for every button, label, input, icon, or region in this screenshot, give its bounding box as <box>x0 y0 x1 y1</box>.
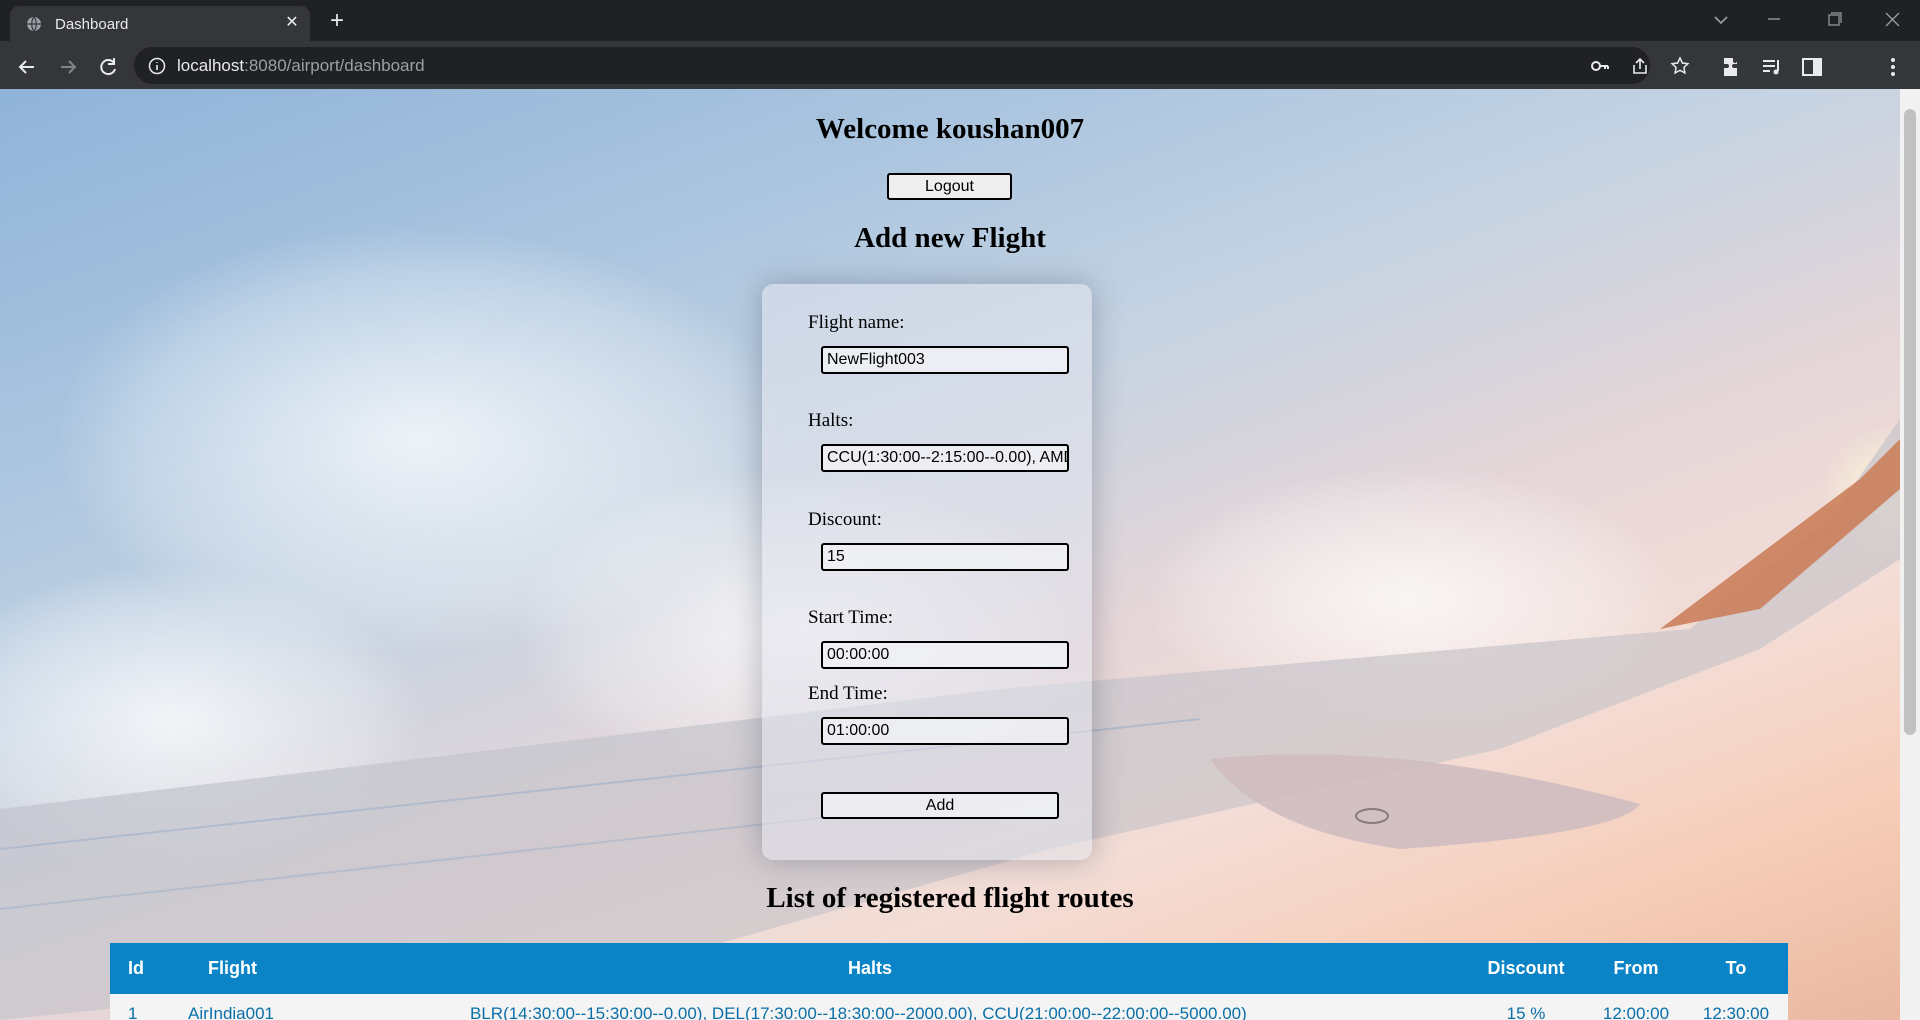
tab-search-icon[interactable] <box>1705 6 1737 34</box>
table-header-row: Id Flight Halts Discount From To <box>110 943 1788 994</box>
welcome-heading: Welcome koushan007 <box>815 113 1085 145</box>
discount-label: Discount: <box>808 509 882 530</box>
address-bar[interactable]: localhost:8080/airport/dashboard <box>134 47 1690 84</box>
info-icon[interactable] <box>148 57 166 75</box>
header-discount: Discount <box>1487 958 1565 978</box>
more-menu-icon[interactable] <box>1881 55 1905 79</box>
page-scrollbar[interactable] <box>1900 89 1920 1020</box>
row-discount: 15 % <box>1506 1004 1546 1020</box>
share-icon[interactable] <box>1630 56 1650 76</box>
halts-input[interactable]: CCU(1:30:00--2:15:00--0.00), AMD <box>821 444 1069 472</box>
page-viewport: Welcome koushan007 Logout Add new Flight… <box>0 89 1920 1020</box>
reload-icon[interactable] <box>94 53 122 81</box>
extensions-icon[interactable] <box>1720 55 1744 79</box>
tab-title: Dashboard <box>55 16 129 33</box>
url-host: localhost <box>177 56 245 75</box>
browser-tab[interactable]: Dashboard ✕ <box>10 6 310 41</box>
table-row[interactable]: 1 AirIndia001 BLR(14:30:00--15:30:00--0.… <box>110 994 1788 1020</box>
star-icon[interactable] <box>1670 56 1690 76</box>
row-flight: AirIndia001 <box>188 1004 275 1020</box>
add-flight-form: Flight name: NewFlight003 Halts: CCU(1:3… <box>762 284 1092 860</box>
start-time-input[interactable]: 00:00:00 <box>821 641 1069 669</box>
side-panel-icon[interactable] <box>1800 55 1824 79</box>
url-path: :8080/airport/dashboard <box>244 56 425 75</box>
start-time-label: Start Time: <box>808 607 893 628</box>
end-time-label: End Time: <box>808 683 888 704</box>
end-time-input[interactable]: 01:00:00 <box>821 717 1069 745</box>
add-flight-button[interactable]: Add <box>821 792 1059 819</box>
header-to: To <box>1725 958 1747 978</box>
new-tab-icon[interactable]: + <box>323 8 351 36</box>
row-to: 12:30:00 <box>1702 1004 1770 1020</box>
flight-name-input[interactable]: NewFlight003 <box>821 346 1069 374</box>
tab-strip: Dashboard ✕ + <box>0 0 1920 41</box>
header-flight: Flight <box>208 958 257 978</box>
globe-icon <box>27 16 41 32</box>
forward-arrow-icon[interactable] <box>54 53 82 81</box>
routes-list-heading: List of registered flight routes <box>766 882 1134 914</box>
browser-toolbar: localhost:8080/airport/dashboard <box>0 41 1920 122</box>
scrollbar-thumb[interactable] <box>1904 109 1916 735</box>
add-flight-heading: Add new Flight <box>854 222 1046 254</box>
routes-table: Id Flight Halts Discount From To 1 AirIn… <box>110 943 1788 1020</box>
flight-name-label: Flight name: <box>808 312 905 333</box>
key-icon[interactable] <box>1590 56 1610 76</box>
back-arrow-icon[interactable] <box>13 53 41 81</box>
row-from: 12:00:00 <box>1602 1004 1670 1020</box>
row-id: 1 <box>128 1004 138 1020</box>
close-window-icon[interactable] <box>1876 6 1908 34</box>
row-halts: BLR(14:30:00--15:30:00--0.00), DEL(17:30… <box>470 1004 1247 1020</box>
url-text[interactable]: localhost:8080/airport/dashboard <box>177 56 425 76</box>
header-halts: Halts <box>847 958 892 978</box>
discount-input[interactable]: 15 <box>821 543 1069 571</box>
header-id: Id <box>128 958 144 978</box>
restore-icon[interactable] <box>1818 6 1850 34</box>
logout-button[interactable]: Logout <box>887 173 1012 200</box>
minimize-icon[interactable] <box>1758 6 1790 34</box>
media-control-icon[interactable] <box>1760 55 1784 79</box>
tab-close-icon[interactable]: ✕ <box>282 13 302 33</box>
header-from: From <box>1613 958 1659 978</box>
halts-label: Halts: <box>808 410 854 431</box>
